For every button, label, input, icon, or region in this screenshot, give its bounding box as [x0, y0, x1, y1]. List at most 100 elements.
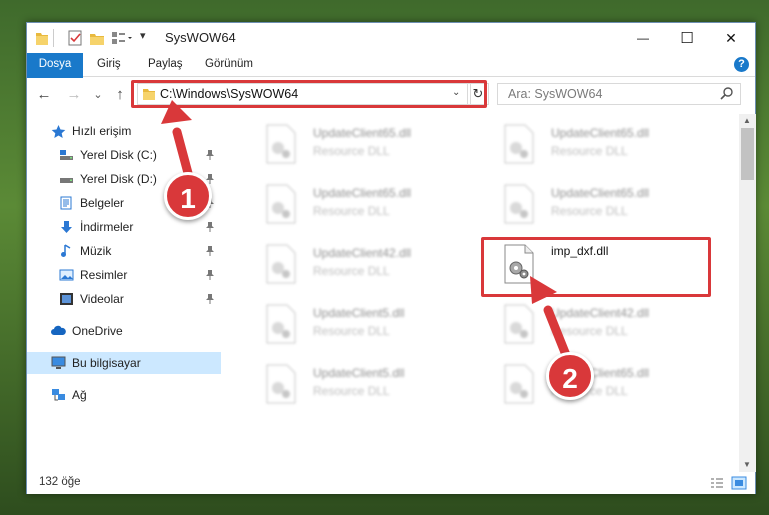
sidebar-item-label: Videolar [80, 292, 124, 306]
file-item[interactable]: UpdateClient65.dll Resource DLL [481, 118, 711, 174]
recent-locations-button[interactable]: ⌄ [89, 86, 107, 104]
sidebar-item-label: Hızlı erişim [72, 124, 132, 138]
sidebar-item-network[interactable]: Ağ [27, 384, 221, 406]
step-2-badge: 2 [546, 352, 594, 400]
pin-icon[interactable] [205, 149, 215, 160]
pin-icon[interactable] [205, 293, 215, 304]
sidebar-item-pictures[interactable]: Resimler [27, 264, 221, 286]
pin-icon[interactable] [205, 245, 215, 256]
file-name: UpdateClient65.dll [551, 186, 650, 200]
separator [53, 29, 54, 47]
file-item[interactable]: UpdateClient65.dll Resource DLL [481, 178, 711, 234]
step-1-badge: 1 [164, 172, 212, 220]
file-name: UpdateClient5.dll [313, 366, 405, 380]
file-name: UpdateClient65.dll [313, 126, 412, 140]
scroll-down-icon[interactable]: ▼ [743, 460, 751, 469]
new-folder-icon[interactable] [89, 29, 105, 47]
sidebar-item-local-disk-c[interactable]: Yerel Disk (C:) [27, 144, 221, 166]
sidebar-item-music[interactable]: Müzik [27, 240, 221, 262]
large-icons-view-icon[interactable] [731, 476, 747, 490]
up-button[interactable]: ↑ [111, 86, 129, 104]
details-view-icon[interactable] [709, 476, 725, 490]
customize-toolbar-icon[interactable] [111, 29, 133, 47]
dll-file-icon [266, 244, 296, 284]
file-type: Resource DLL [313, 144, 390, 158]
tab-share[interactable]: Paylaş [148, 53, 183, 76]
maximize-button[interactable]: ☐ [665, 23, 709, 53]
dll-file-icon [266, 364, 296, 404]
close-button[interactable]: ✕ [709, 23, 753, 53]
sidebar-item-label: Belgeler [80, 196, 125, 210]
file-item[interactable]: UpdateClient42.dll Resource DLL [243, 238, 473, 294]
download-icon [61, 221, 72, 233]
file-name: UpdateClient5.dll [313, 306, 405, 320]
tab-home[interactable]: Giriş [97, 53, 121, 76]
file-name: UpdateClient42.dll [313, 246, 412, 260]
star-icon [51, 125, 66, 138]
sidebar-item-label: İndirmeler [80, 220, 134, 234]
file-item[interactable]: UpdateClient5.dll Resource DLL [243, 298, 473, 354]
search-box[interactable]: Ara: SysWOW64 [497, 83, 741, 105]
computer-icon [51, 356, 66, 369]
pin-icon[interactable] [205, 221, 215, 232]
search-input[interactable]: Ara: SysWOW64 [508, 87, 602, 101]
videos-icon [60, 293, 73, 305]
sidebar-item-this-pc[interactable]: Bu bilgisayar [27, 352, 221, 374]
cloud-icon [51, 325, 66, 335]
status-bar: 132 öğe [27, 472, 755, 494]
navigation-pane: Hızlı erişim Yerel Disk (C:) Yerel Disk … [27, 114, 221, 472]
sidebar-item-label: Müzik [80, 244, 112, 258]
sidebar-item-onedrive[interactable]: OneDrive [27, 320, 221, 342]
properties-icon[interactable] [67, 29, 83, 47]
file-type: Resource DLL [551, 324, 628, 338]
file-item[interactable]: UpdateClient42.dll Resource DLL [481, 298, 711, 354]
sidebar-item-label: Yerel Disk (C:) [80, 148, 157, 162]
sidebar-item-label: OneDrive [72, 324, 123, 338]
back-button[interactable]: ← [35, 86, 53, 104]
pin-icon[interactable] [205, 269, 215, 280]
file-item[interactable]: UpdateClient65.dll Resource DLL [481, 358, 711, 414]
file-type: Resource DLL [551, 144, 628, 158]
file-type: Resource DLL [313, 324, 390, 338]
file-item[interactable]: UpdateClient5.dll Resource DLL [243, 358, 473, 414]
drive-icon [60, 150, 73, 160]
dll-file-icon [266, 184, 296, 224]
folder-icon [36, 33, 48, 45]
minimize-button[interactable]: — [621, 23, 665, 53]
ribbon-tabs: Dosya Giriş Paylaş Görünüm ? [27, 53, 755, 109]
file-name: UpdateClient42.dll [551, 306, 650, 320]
file-highlight [481, 237, 711, 297]
file-type: Resource DLL [313, 264, 390, 278]
network-icon [52, 389, 65, 401]
chevron-down-icon[interactable]: ▾ [140, 29, 146, 47]
dll-file-icon [266, 304, 296, 344]
pictures-icon [59, 269, 74, 281]
sidebar-item-label: Ağ [72, 388, 87, 402]
sidebar-item-label: Bu bilgisayar [72, 356, 141, 370]
help-button[interactable]: ? [734, 57, 749, 72]
file-name: UpdateClient65.dll [551, 126, 650, 140]
dll-file-icon [504, 124, 534, 164]
vertical-scrollbar[interactable]: ▲ ▼ [739, 114, 756, 472]
documents-icon [60, 196, 72, 210]
item-count: 132 öğe [39, 476, 81, 488]
sidebar-item-videos[interactable]: Videolar [27, 288, 221, 310]
file-item[interactable]: UpdateClient65.dll Resource DLL [243, 178, 473, 234]
forward-button[interactable]: → [65, 86, 83, 104]
window-title: SysWOW64 [165, 30, 236, 45]
tab-view[interactable]: Görünüm [205, 53, 253, 76]
dll-file-icon [504, 304, 534, 344]
scroll-up-icon[interactable]: ▲ [743, 116, 751, 125]
music-icon [61, 244, 71, 257]
scroll-thumb[interactable] [741, 128, 754, 180]
dll-file-icon [504, 184, 534, 224]
file-type: Resource DLL [313, 204, 390, 218]
file-type: Resource DLL [551, 204, 628, 218]
file-name: UpdateClient65.dll [313, 186, 412, 200]
file-type: Resource DLL [313, 384, 390, 398]
title-bar: ▾ SysWOW64 — ☐ ✕ [27, 23, 755, 53]
dll-file-icon [504, 364, 534, 404]
search-icon [720, 87, 733, 100]
sidebar-item-quick-access[interactable]: Hızlı erişim [27, 120, 221, 142]
file-item[interactable]: UpdateClient65.dll Resource DLL [243, 118, 473, 174]
